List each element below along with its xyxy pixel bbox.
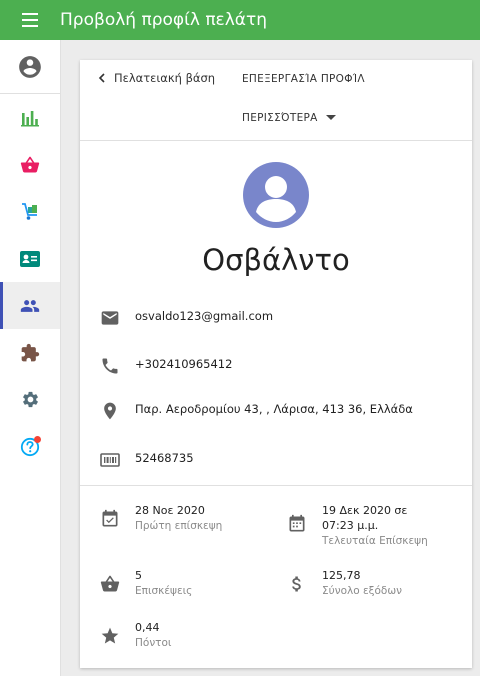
sidebar-item-account[interactable]: [0, 40, 60, 94]
visits-value: 5: [135, 569, 142, 582]
last-visit-date: 19 Δεκ 2020 σε: [322, 504, 408, 517]
sidebar-item-reports[interactable]: [0, 94, 60, 141]
basket-icon: [100, 575, 120, 592]
email-icon: [101, 311, 119, 325]
phone-value: +302410965412: [135, 357, 233, 371]
stat-last-visit: 19 Δεκ 2020 σε 07:23 μ.μ. Τελευταία Επίσ…: [287, 503, 467, 553]
page-title: Προβολή προφίλ πελάτη: [60, 10, 268, 30]
basket-icon: [20, 156, 40, 172]
calendar-icon: [289, 514, 305, 532]
total-spent-value: 125,78: [322, 569, 361, 582]
customer-code-value: 52468735: [135, 451, 194, 465]
chevron-left-icon: [98, 73, 105, 83]
phone-icon: [102, 358, 118, 374]
email-value: osvaldo123@gmail.com: [135, 309, 274, 323]
stat-points: 0,44 Πόντοι: [100, 620, 270, 656]
visits-label: Επισκέψεις: [135, 585, 193, 597]
sidebar-item-employees[interactable]: [0, 235, 60, 282]
total-spent-label: Σύνολο εξόδων: [322, 585, 403, 597]
bar-chart-icon: [21, 110, 39, 126]
more-menu-button[interactable]: ΠΕΡΙΣΣΌΤΕΡΑ: [242, 112, 336, 124]
sidebar-item-apps[interactable]: [0, 329, 60, 376]
back-button[interactable]: Πελατειακή βάση: [98, 71, 215, 85]
card-toolbar: Πελατειακή βάση ΕΠΕΞΕΡΓΑΣΊΑ ΠΡΟΦΊΛ ΠΕΡΙΣ…: [80, 60, 472, 141]
back-button-label: Πελατειακή βάση: [114, 71, 216, 85]
menu-icon: [22, 13, 38, 27]
contact-card-icon: [20, 250, 40, 267]
first-visit-label: Πρώτη επίσκεψη: [135, 520, 223, 532]
sidebar-item-customers[interactable]: [0, 282, 60, 329]
barcode-card-icon: [100, 453, 120, 467]
delivery-icon: [22, 202, 37, 220]
stat-first-visit: 28 Νοε 2020 Πρώτη επίσκεψη: [100, 503, 270, 539]
dollar-icon: [292, 576, 301, 592]
stat-visits: 5 Επισκέψεις: [100, 568, 270, 604]
people-icon: [20, 299, 40, 312]
location-pin-icon: [104, 402, 116, 420]
app-bar: Προβολή προφίλ πελάτη: [0, 0, 480, 40]
stat-total-spent: 125,78 Σύνολο εξόδων: [287, 568, 467, 604]
sidebar-item-settings[interactable]: [0, 376, 60, 423]
puzzle-icon: [21, 343, 40, 361]
last-visit-label: Τελευταία Επίσκεψη: [322, 535, 428, 547]
sidebar-item-sales[interactable]: [0, 141, 60, 188]
first-visit-value: 28 Νοε 2020: [135, 504, 205, 517]
notification-dot: [34, 436, 41, 443]
points-label: Πόντοι: [135, 637, 172, 649]
sidebar: [0, 40, 61, 676]
avatar: [243, 162, 309, 228]
calendar-check-icon: [102, 509, 118, 527]
star-icon: [101, 627, 119, 644]
address-value: Παρ. Αεροδρομίου 43, , Λάρισα, 413 36, Ε…: [135, 402, 413, 416]
more-menu-label: ΠΕΡΙΣΣΌΤΕΡΑ: [242, 112, 318, 124]
customer-name: Οσβάλντο: [202, 243, 350, 277]
section-divider: [80, 485, 472, 486]
sidebar-item-help[interactable]: [0, 423, 60, 470]
caret-down-icon: [325, 115, 336, 120]
customer-profile-card: Πελατειακή βάση ΕΠΕΞΕΡΓΑΣΊΑ ΠΡΟΦΊΛ ΠΕΡΙΣ…: [80, 60, 472, 668]
points-value: 0,44: [135, 621, 160, 634]
account-circle-icon: [19, 55, 41, 78]
sidebar-item-items[interactable]: [0, 188, 60, 235]
last-visit-time: 07:23 μ.μ.: [322, 519, 379, 532]
gear-icon: [22, 391, 38, 408]
menu-button[interactable]: [0, 0, 60, 40]
edit-profile-button[interactable]: ΕΠΕΞΕΡΓΑΣΊΑ ΠΡΟΦΊΛ: [242, 73, 365, 85]
